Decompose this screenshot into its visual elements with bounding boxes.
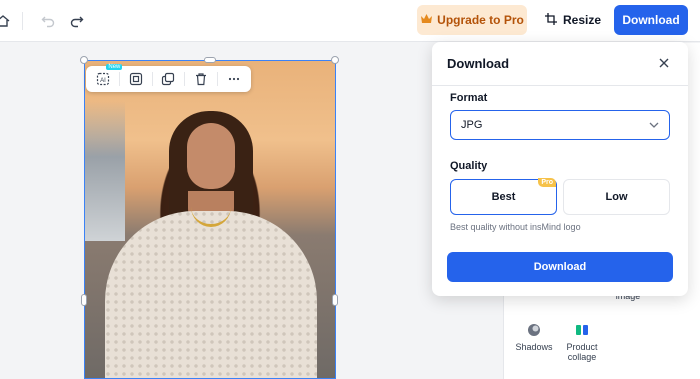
resize-handle-top-right[interactable] [331, 56, 339, 64]
collage-icon [559, 323, 605, 339]
dialog-title: Download [447, 56, 510, 71]
dialog-divider [432, 85, 688, 86]
dialog-download-button[interactable]: Download [447, 252, 673, 282]
chevron-down-icon [649, 119, 659, 131]
format-value: JPG [461, 119, 483, 131]
svg-text:AI: AI [101, 78, 107, 84]
upgrade-to-pro-button[interactable]: Upgrade to Pro [417, 5, 527, 35]
more-options-icon[interactable] [223, 68, 245, 90]
download-button[interactable]: Download [614, 5, 688, 35]
new-badge: New [106, 64, 123, 70]
home-icon[interactable] [0, 12, 12, 30]
crown-icon [420, 13, 433, 27]
top-toolbar: Upgrade to Pro Resize Download [0, 0, 700, 42]
frame-icon[interactable] [125, 68, 147, 90]
quality-option-label: Low [605, 191, 628, 203]
photo-background-boat [85, 101, 125, 241]
resize-handle-left[interactable] [81, 294, 87, 306]
tool-label: Product collage [566, 342, 598, 362]
pro-badge: Pro [538, 178, 556, 187]
duplicate-icon[interactable] [157, 68, 179, 90]
photo-face [187, 123, 235, 189]
undo-icon[interactable] [39, 12, 57, 30]
upgrade-label: Upgrade to Pro [437, 13, 524, 27]
quality-option-low[interactable]: Low [563, 179, 670, 215]
trash-icon[interactable] [190, 68, 212, 90]
tool-label: Shadows [515, 342, 553, 352]
shadows-icon [512, 323, 556, 339]
tool-item-product-collage[interactable]: Product collage [559, 323, 605, 362]
resize-handle-top[interactable] [204, 57, 216, 63]
format-label: Format [450, 92, 488, 104]
resize-handle-top-left[interactable] [80, 56, 88, 64]
resize-button[interactable]: Resize [540, 5, 606, 35]
resize-handle-right[interactable] [332, 294, 338, 306]
toolbar-divider [151, 72, 153, 86]
toolbar-divider [119, 72, 121, 86]
download-dialog: Download Format JPG Quality Best Pro Low… [432, 42, 688, 296]
quality-hint: Best quality without insMind logo [450, 222, 581, 232]
quality-option-best[interactable]: Best Pro [450, 178, 557, 215]
resize-label: Resize [562, 13, 602, 27]
format-select[interactable]: JPG [450, 110, 670, 140]
toolbar-divider [22, 12, 23, 30]
image-context-toolbar: AI New [86, 64, 251, 92]
canvas-image[interactable] [84, 60, 336, 379]
ai-tool-button[interactable]: AI New [92, 64, 123, 90]
toolbar-divider [216, 72, 218, 86]
tool-item-shadows[interactable]: Shadows [512, 323, 556, 352]
redo-icon[interactable] [68, 12, 86, 30]
close-icon[interactable] [656, 55, 672, 71]
photo-sweater [105, 211, 317, 378]
quality-option-label: Best [491, 191, 516, 203]
toolbar-divider [184, 72, 186, 86]
quality-label: Quality [450, 160, 488, 172]
crop-icon [544, 12, 557, 28]
